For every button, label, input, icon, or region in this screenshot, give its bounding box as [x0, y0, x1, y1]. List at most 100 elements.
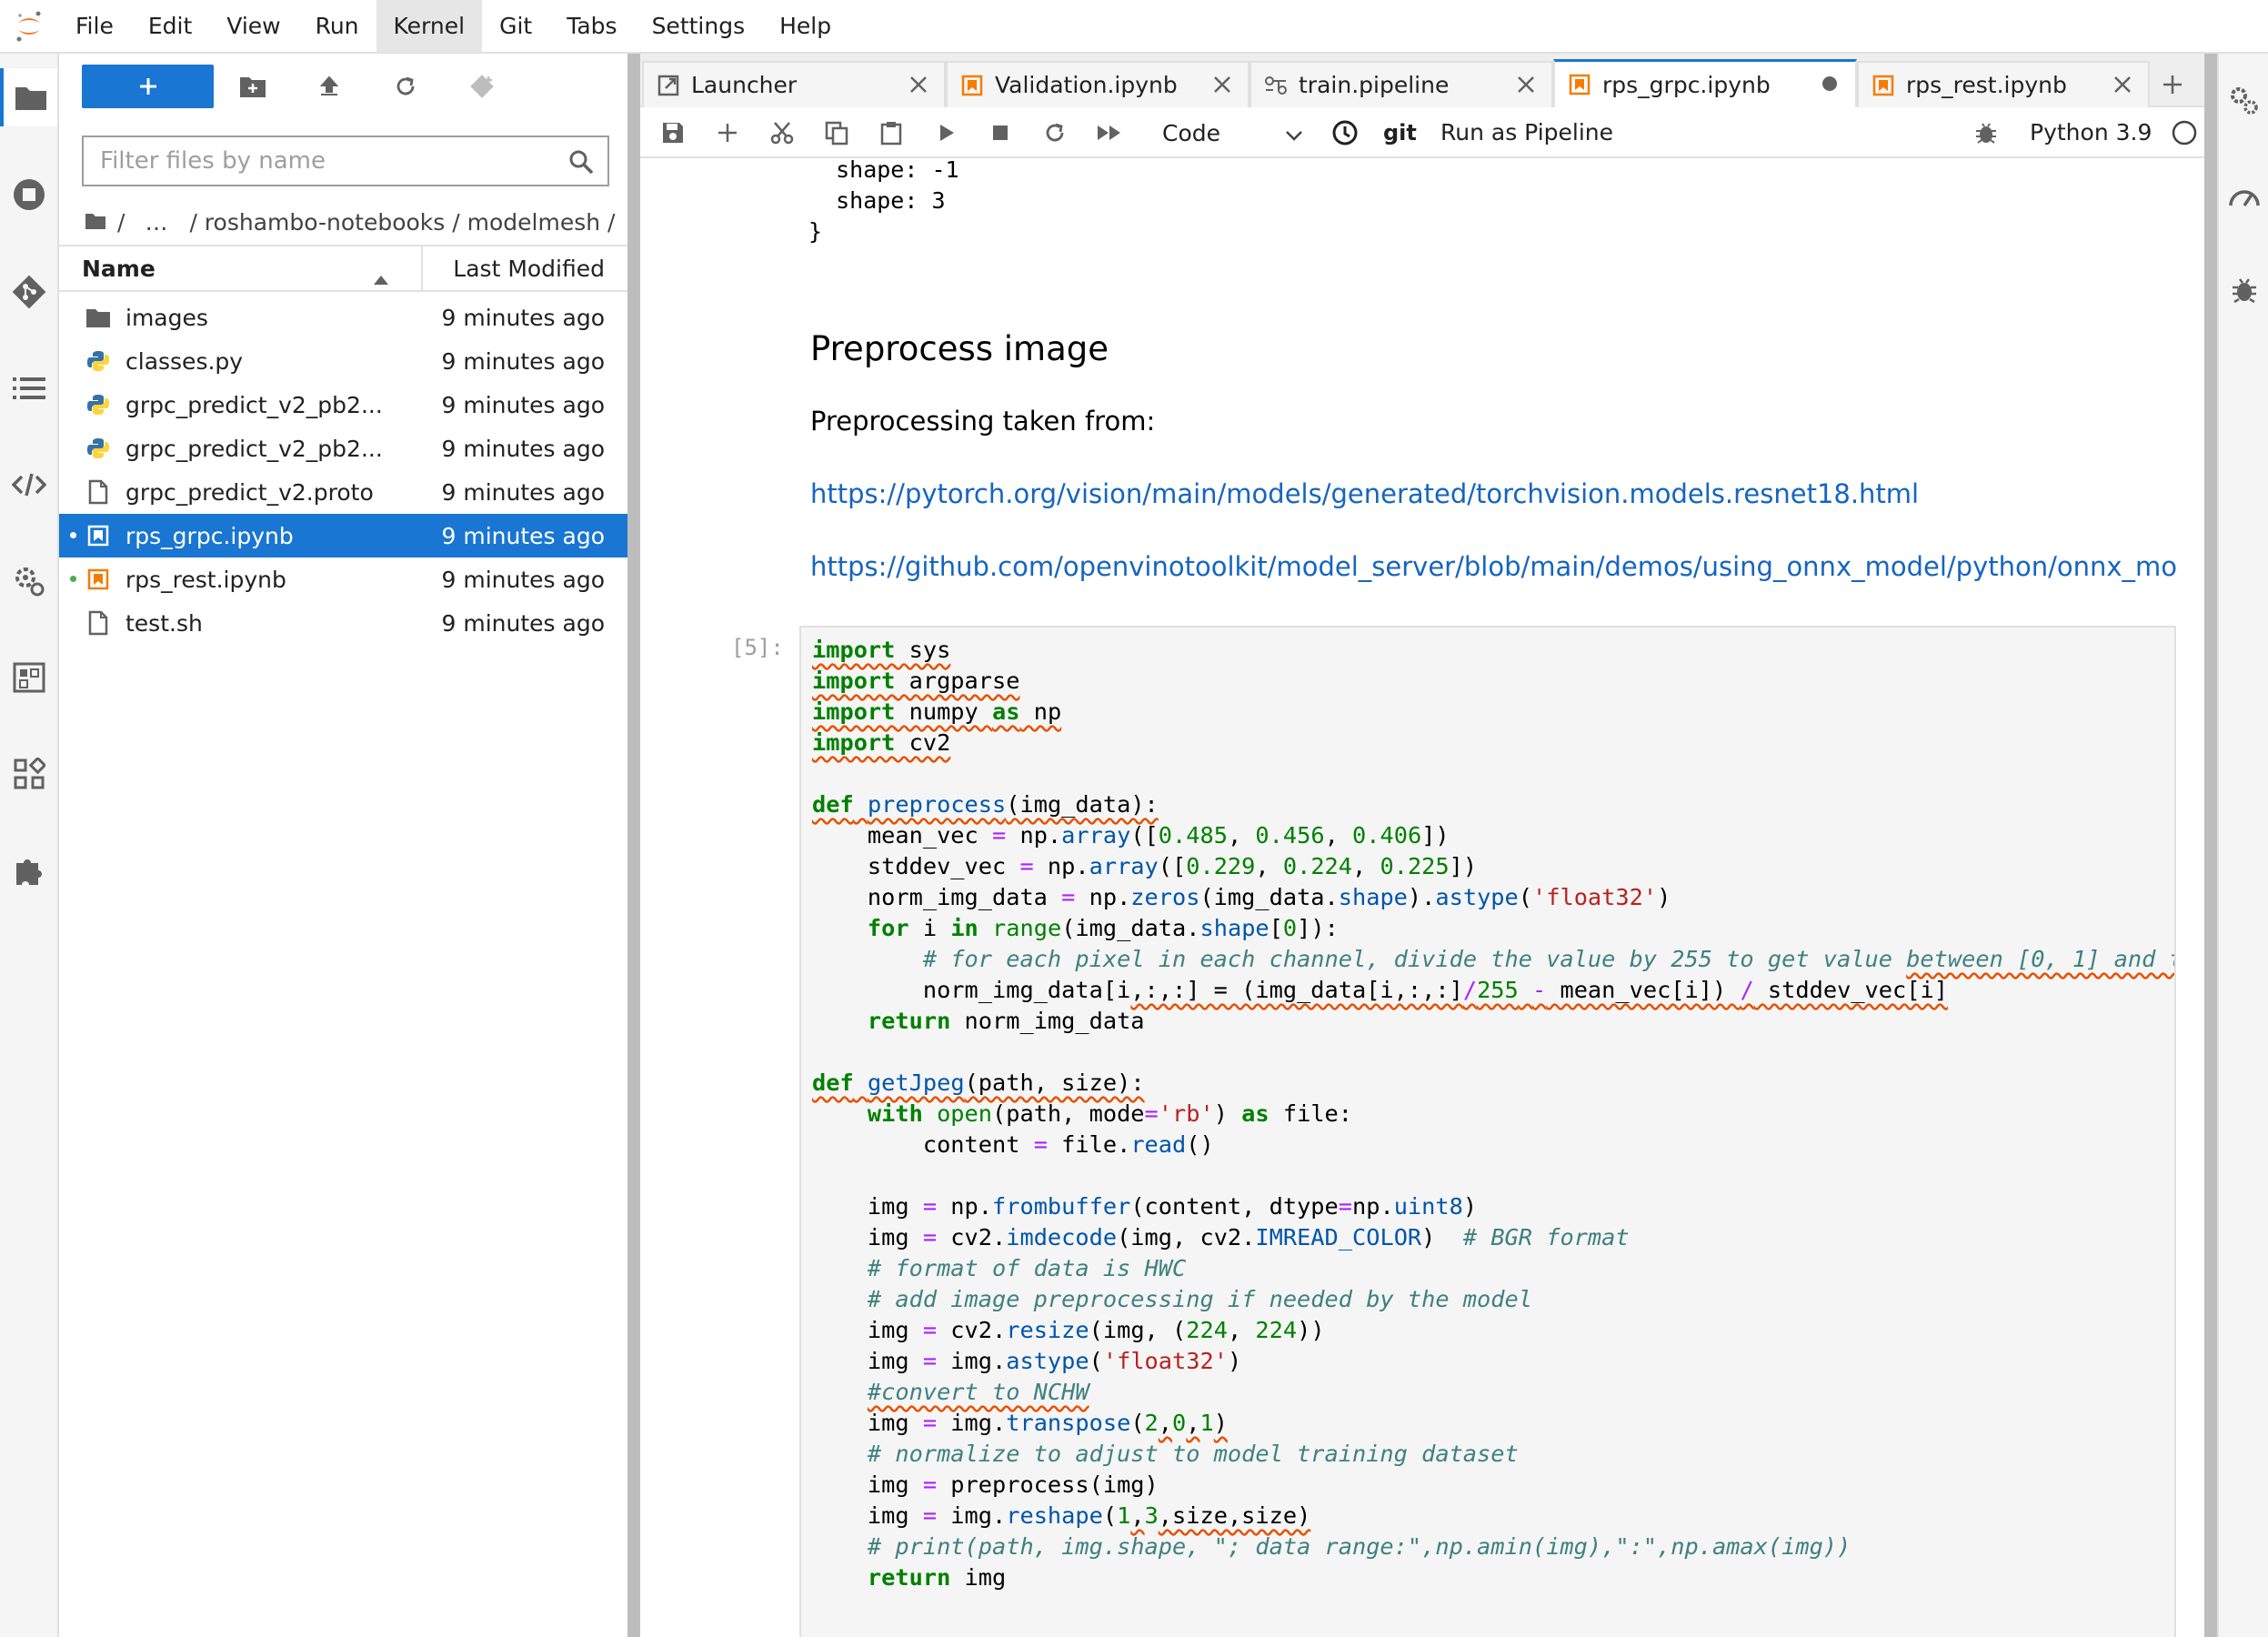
close-icon[interactable]	[1515, 74, 1537, 101]
cell-prompt: [5]:	[731, 635, 784, 660]
file-row[interactable]: classes.py 9 minutes ago	[59, 339, 627, 383]
stop-icon[interactable]	[984, 116, 1017, 149]
column-last-modified[interactable]: Last Modified	[423, 256, 627, 282]
menu-file[interactable]: File	[58, 0, 131, 53]
debugger-panel-icon[interactable]	[2219, 261, 2268, 319]
file-browser-panel: / … / roshambo-notebooks / modelmesh / N…	[59, 54, 627, 1637]
cell-type-select[interactable]: Code	[1155, 113, 1310, 153]
python-icon	[85, 348, 112, 374]
notebook-icon	[1568, 73, 1591, 102]
new-launcher-button[interactable]	[82, 65, 214, 108]
file-row[interactable]: grpc_predict_v2.proto 9 minutes ago	[59, 470, 627, 514]
property-inspector-icon[interactable]	[2219, 72, 2268, 130]
close-icon[interactable]	[2112, 74, 2133, 101]
filter-input[interactable]	[100, 147, 555, 175]
cut-icon[interactable]	[766, 116, 798, 149]
panel-splitter[interactable]	[627, 54, 640, 1637]
refresh-button[interactable]	[383, 65, 428, 108]
runtime-images-icon[interactable]	[0, 648, 57, 707]
menu-settings[interactable]: Settings	[635, 0, 763, 53]
run-as-pipeline-button[interactable]: Run as Pipeline	[1440, 107, 1613, 158]
tab-label: Validation.ipynb	[995, 72, 1178, 98]
tab-label: rps_rest.ipynb	[1906, 72, 2067, 98]
git-button[interactable]: git	[1383, 107, 1417, 158]
breadcrumb-ellipsis[interactable]: …	[145, 209, 167, 236]
right-panel-splitter[interactable]	[2204, 54, 2217, 1637]
file-row[interactable]: images 9 minutes ago	[59, 296, 627, 339]
code-snippets-icon[interactable]	[0, 456, 57, 514]
resource-usage-icon[interactable]	[2219, 166, 2268, 225]
upload-button[interactable]	[306, 65, 352, 108]
link-pytorch-resnet18[interactable]: https://pytorch.org/vision/main/models/g…	[810, 478, 1919, 509]
tab-validation[interactable]: Validation.ipynb	[946, 61, 1249, 107]
menu-run[interactable]: Run	[298, 0, 376, 53]
close-icon[interactable]	[1211, 74, 1233, 101]
file-name: grpc_predict_v2_pb2...	[125, 391, 383, 418]
restart-kernel-icon[interactable]	[1039, 116, 1071, 149]
column-name[interactable]: Name	[59, 246, 423, 290]
notebook-content: shape: -1 shape: 3} Preprocess image Pre…	[640, 160, 2204, 1637]
left-activity-bar	[0, 54, 59, 1637]
menu-git[interactable]: Git	[482, 0, 549, 53]
extension-manager-icon[interactable]	[0, 841, 57, 899]
tab-launcher[interactable]: Launcher	[642, 61, 946, 107]
menu-edit[interactable]: Edit	[131, 0, 209, 53]
file-row[interactable]: grpc_predict_v2_pb2... 9 minutes ago	[59, 427, 627, 470]
runtimes-icon[interactable]	[0, 552, 57, 610]
running-kernels-icon[interactable]	[0, 166, 57, 224]
link-openvino-onnx[interactable]: https://github.com/openvinotoolkit/model…	[810, 551, 2177, 582]
file-browser-icon[interactable]	[0, 68, 57, 126]
code-editor[interactable]: import sys import argparse import numpy …	[812, 635, 2174, 1593]
python-icon	[85, 436, 112, 461]
copy-icon[interactable]	[820, 116, 853, 149]
insert-cell-icon[interactable]	[711, 116, 744, 149]
file-name: rps_rest.ipynb	[125, 566, 286, 593]
debugger-icon[interactable]	[1970, 116, 2002, 149]
close-icon[interactable]	[908, 74, 929, 101]
sort-ascending-icon	[373, 265, 389, 291]
tab-label: train.pipeline	[1299, 72, 1450, 98]
previous-cell-output: shape: -1 shape: 3}	[808, 160, 959, 245]
git-icon[interactable]	[0, 263, 57, 321]
file-row[interactable]: test.sh 9 minutes ago	[59, 601, 627, 645]
clock-icon[interactable]	[1329, 116, 1361, 149]
menu-view[interactable]: View	[209, 0, 297, 53]
menu-kernel[interactable]: Kernel	[376, 0, 483, 53]
code-cell[interactable]: import sys import argparse import numpy …	[799, 626, 2176, 1637]
pipeline-icon	[1264, 74, 1288, 103]
save-icon[interactable]	[657, 116, 689, 149]
breadcrumb-root[interactable]: /	[117, 209, 125, 236]
tab-label: Launcher	[691, 72, 798, 98]
file-modified: 9 minutes ago	[441, 609, 605, 637]
home-folder-icon[interactable]	[85, 209, 106, 236]
file-name: test.sh	[125, 609, 203, 637]
breadcrumb-path[interactable]: / roshambo-notebooks / modelmesh /	[189, 209, 615, 236]
run-icon[interactable]	[929, 116, 962, 149]
tab-label: rps_grpc.ipynb	[1602, 71, 1771, 98]
tab-rps-grpc[interactable]: rps_grpc.ipynb	[1553, 59, 1857, 107]
main-area: Launcher Validation.ipynb train.pipeline…	[640, 54, 2204, 1637]
table-of-contents-icon[interactable]	[0, 359, 57, 417]
file-row[interactable]: rps_rest.ipynb 9 minutes ago	[59, 557, 627, 601]
running-indicator-icon	[70, 532, 76, 538]
file-row[interactable]: rps_grpc.ipynb 9 minutes ago	[59, 514, 627, 557]
git-clone-button[interactable]	[459, 65, 505, 108]
file-icon	[85, 610, 112, 636]
file-row[interactable]: grpc_predict_v2_pb2... 9 minutes ago	[59, 383, 627, 427]
component-catalogs-icon[interactable]	[0, 745, 57, 803]
unsaved-dot-icon[interactable]	[1819, 73, 1841, 100]
new-folder-button[interactable]	[230, 65, 276, 108]
menu-tabs[interactable]: Tabs	[549, 0, 634, 53]
menu-help[interactable]: Help	[762, 0, 848, 53]
tab-train-pipeline[interactable]: train.pipeline	[1249, 61, 1553, 107]
markdown-paragraph: Preprocessing taken from:	[810, 406, 1156, 437]
file-name: images	[125, 304, 208, 331]
restart-run-all-icon[interactable]	[1093, 116, 1126, 149]
file-modified: 9 minutes ago	[441, 478, 605, 506]
file-name: rps_grpc.ipynb	[125, 522, 294, 549]
tab-rps-rest[interactable]: rps_rest.ipynb	[1857, 61, 2150, 107]
file-name: grpc_predict_v2.proto	[125, 478, 374, 506]
kernel-name[interactable]: Python 3.9	[2030, 107, 2152, 158]
paste-icon[interactable]	[875, 116, 908, 149]
add-tab-button[interactable]	[2150, 65, 2195, 105]
